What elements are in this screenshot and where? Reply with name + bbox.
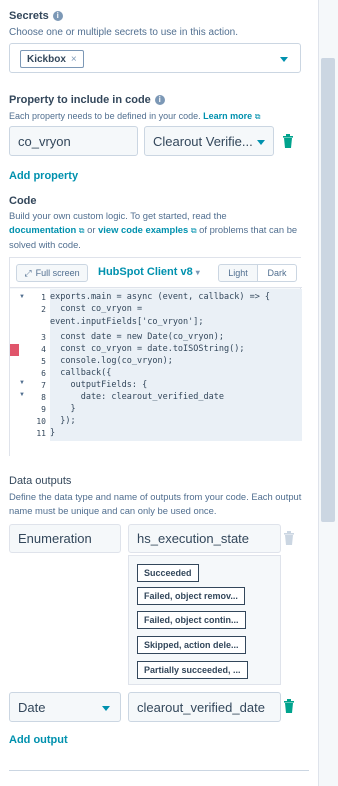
external-link-icon: ⧉	[78, 226, 85, 235]
documentation-link[interactable]: documentation	[9, 224, 76, 235]
fold-arrow-icon[interactable]: ▼	[19, 392, 25, 398]
line-number: 6	[41, 369, 46, 378]
line-number: 5	[41, 357, 46, 366]
code-line: const co_vryon =	[50, 304, 143, 314]
delete-output-disabled-icon	[284, 531, 294, 545]
code-line: callback({	[50, 368, 112, 378]
theme-light-button[interactable]: Light	[218, 264, 258, 282]
line-number: 4	[41, 345, 46, 354]
add-property-button[interactable]: Add property	[9, 170, 78, 182]
action-config-panel: Secrets i Choose one or multiple secrets …	[0, 0, 318, 786]
info-icon[interactable]: i	[154, 95, 165, 105]
chevron-down-icon	[257, 140, 265, 145]
scrollbar-thumb[interactable]	[321, 58, 335, 522]
learn-more-link[interactable]: Learn more	[203, 111, 252, 121]
code-heading: Code	[9, 195, 37, 207]
info-icon[interactable]: i	[52, 11, 63, 21]
section-divider	[9, 770, 309, 771]
option-chip: Partially succeeded, ...	[137, 661, 248, 679]
option-chip: Succeeded	[137, 564, 199, 582]
output-name-input[interactable]: clearout_verified_date	[128, 692, 281, 722]
line-number: 7	[41, 381, 46, 390]
delete-property-icon[interactable]	[282, 134, 294, 148]
outputs-heading: Data outputs	[9, 475, 72, 487]
code-line: exports.main = async (event, callback) =…	[50, 292, 271, 302]
secrets-select[interactable]: Kickbox ×	[9, 43, 301, 73]
secrets-help: Choose one or multiple secrets to use in…	[9, 27, 239, 38]
code-editor-container: ⤢ Full screen HubSpot Client v8 ▾ Light D…	[9, 257, 302, 456]
theme-dark-button[interactable]: Dark	[257, 264, 297, 282]
external-link-icon: ⧉	[254, 112, 261, 121]
code-line: outputFields: {	[50, 380, 148, 390]
chevron-down-icon	[280, 57, 288, 62]
code-toolbar: ⤢ Full screen HubSpot Client v8 ▾ Light D…	[10, 258, 302, 288]
code-line: }	[50, 428, 56, 438]
property-help: Each property needs to be defined in you…	[9, 111, 261, 121]
chevron-down-icon	[102, 706, 110, 711]
property-heading: Property to include in code i	[9, 94, 165, 106]
code-line: console.log(co_vryon);	[50, 356, 173, 366]
line-number: 9	[41, 405, 46, 414]
line-number: 11	[36, 429, 46, 438]
add-output-button[interactable]: Add output	[9, 734, 68, 746]
code-examples-link[interactable]: view code examples	[98, 224, 188, 235]
option-chip: Failed, object contin...	[137, 611, 246, 629]
property-name-input[interactable]: co_vryon	[9, 126, 138, 156]
code-help: Build your own custom logic. To get star…	[9, 210, 298, 250]
line-number: 1	[41, 293, 46, 302]
fold-arrow-icon[interactable]: ▼	[19, 380, 25, 386]
delete-output-icon[interactable]	[283, 699, 295, 713]
line-number: 8	[41, 393, 46, 402]
external-link-icon: ⧉	[190, 226, 197, 235]
output-type-field: Enumeration	[9, 524, 121, 553]
line-number: 2	[41, 305, 46, 314]
code-editor[interactable]: ▼ ▼ ▼ 1 2 3 4 5 6 7 8 9 10 11 exports.ma…	[10, 289, 302, 456]
line-number: 10	[36, 417, 46, 426]
error-marker-icon	[10, 344, 19, 356]
code-line: const date = new Date(co_vryon);	[50, 332, 224, 342]
code-line: });	[50, 416, 76, 426]
enumeration-options: Succeeded Failed, object remov... Failed…	[128, 555, 281, 685]
secrets-heading: Secrets i	[9, 10, 63, 22]
secret-tag: Kickbox ×	[20, 50, 84, 68]
code-line: const co_vryon = date.toISOString();	[50, 344, 245, 354]
output-type-select[interactable]: Date	[9, 692, 121, 722]
expand-icon: ⤢	[24, 267, 32, 278]
client-version-select[interactable]: HubSpot Client v8 ▾	[98, 266, 200, 278]
chevron-down-icon: ▾	[195, 268, 200, 277]
code-line: event.inputFields['co_vryon'];	[50, 317, 204, 327]
option-chip: Skipped, action dele...	[137, 636, 246, 654]
code-line: date: clearout_verified_date	[50, 392, 224, 402]
line-number: 3	[41, 333, 46, 342]
output-name-field: hs_execution_state	[128, 524, 281, 553]
fullscreen-button[interactable]: ⤢ Full screen	[16, 264, 88, 282]
code-line: }	[50, 404, 76, 414]
option-chip: Failed, object remov...	[137, 587, 245, 605]
fold-arrow-icon[interactable]: ▼	[19, 294, 25, 300]
outputs-help: Define the data type and name of outputs…	[9, 491, 302, 516]
tag-remove-icon[interactable]: ×	[71, 54, 77, 65]
property-select[interactable]: Clearout Verifie...	[144, 126, 274, 156]
